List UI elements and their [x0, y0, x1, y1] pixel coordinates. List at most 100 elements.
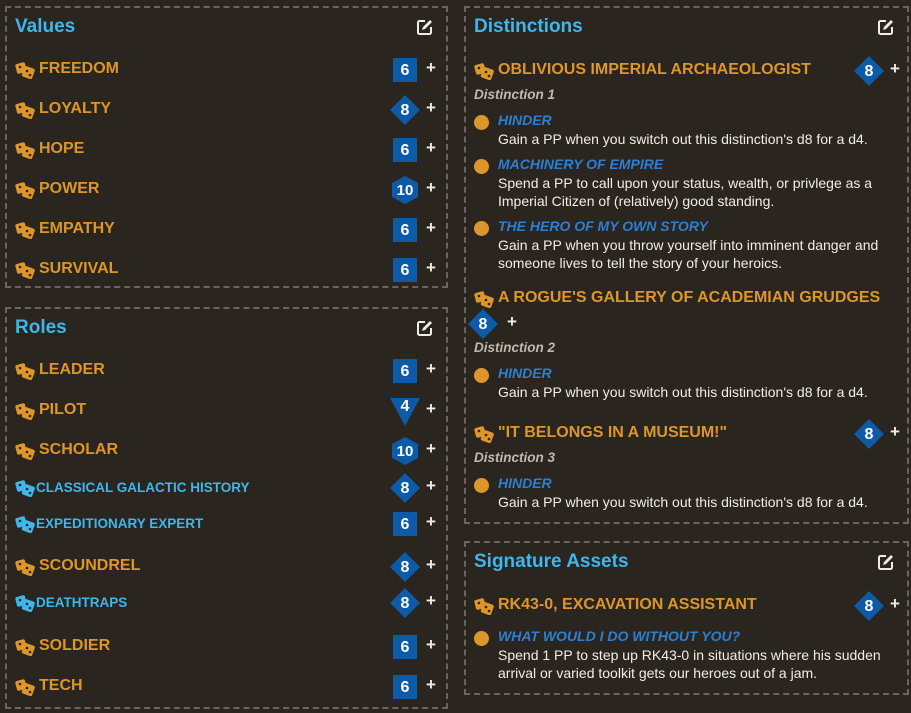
die-d8[interactable]: 8: [854, 591, 884, 621]
step-up-button[interactable]: +: [423, 178, 439, 200]
trigger-description: Gain a PP when you switch out this disti…: [498, 494, 868, 510]
edit-icon[interactable]: [877, 553, 895, 571]
roles-title: Roles: [15, 317, 67, 338]
trait-row[interactable]: CLASSICAL GALACTIC HISTORY 8 +: [15, 473, 439, 503]
die-d8[interactable]: 8: [390, 95, 420, 125]
trait-row[interactable]: SOLDIER 6 +: [15, 635, 438, 659]
distinction-number: Distinction 3: [474, 450, 556, 465]
step-up-button[interactable]: +: [423, 258, 439, 280]
trait-row[interactable]: SCOUNDREL 8 +: [15, 552, 439, 582]
die-value: 8: [401, 102, 410, 119]
trait-row[interactable]: FREEDOM 6 +: [15, 58, 438, 82]
step-up-button[interactable]: +: [423, 675, 439, 697]
die-d8[interactable]: 8: [854, 419, 884, 449]
die-d6[interactable]: 6: [390, 509, 420, 539]
step-up-button[interactable]: +: [423, 399, 439, 421]
trait-row[interactable]: EMPATHY 6 +: [15, 218, 438, 242]
signature-assets-panel: Signature Assets RK43-0, EXCAVATION ASSI…: [464, 541, 909, 695]
trait-row[interactable]: A ROGUE'S GALLERY OF ACADEMIAN GRUDGES 8 +: [468, 287, 899, 339]
signature-assets-title: Signature Assets: [474, 551, 629, 572]
dice-icon: [15, 443, 35, 460]
dice-icon: [15, 262, 35, 279]
dice-icon: [474, 291, 494, 308]
step-up-button[interactable]: +: [423, 138, 439, 160]
trait-row[interactable]: RK43-0, EXCAVATION ASSISTANT 8 +: [474, 591, 900, 621]
die-d8[interactable]: 8: [390, 552, 420, 582]
edit-icon[interactable]: [877, 18, 895, 36]
die-value: 8: [479, 316, 488, 333]
trait-row[interactable]: EXPEDITIONARY EXPERT 6 +: [15, 512, 438, 536]
die-d8[interactable]: 8: [468, 309, 498, 339]
step-up-button[interactable]: +: [423, 476, 439, 498]
trigger-description: Gain a PP when you switch out this disti…: [498, 131, 868, 147]
dice-icon: [15, 222, 35, 239]
dot-icon: [474, 115, 489, 130]
trait-label: EMPATHY: [39, 220, 115, 237]
dice-icon: [15, 639, 35, 656]
die-value: 6: [401, 363, 410, 380]
die-d6[interactable]: 6: [390, 672, 420, 702]
step-up-button[interactable]: +: [423, 58, 439, 80]
dice-icon: [15, 363, 35, 380]
edit-icon[interactable]: [416, 319, 434, 337]
die-d6[interactable]: 6: [390, 356, 420, 386]
dice-icon: [15, 679, 35, 696]
trait-label: SURVIVAL: [39, 260, 119, 277]
die-d6[interactable]: 6: [390, 55, 420, 85]
die-value: 6: [401, 142, 410, 159]
distinction-number: Distinction 1: [474, 87, 556, 102]
die-value: 6: [401, 62, 410, 79]
die-d4[interactable]: 4: [390, 396, 420, 426]
die-value: 6: [401, 222, 410, 239]
edit-icon[interactable]: [416, 18, 434, 36]
trait-row[interactable]: HOPE 6 +: [15, 138, 438, 162]
trait-label: SOLDIER: [39, 637, 111, 654]
die-d10[interactable]: 10: [390, 175, 420, 205]
trait-row[interactable]: PILOT 4 +: [15, 396, 439, 426]
trait-row[interactable]: LOYALTY 8 +: [15, 95, 439, 125]
dot-icon: [474, 368, 489, 383]
trigger-description: Gain a PP when you switch out this disti…: [498, 384, 868, 400]
die-d8[interactable]: 8: [390, 588, 420, 618]
trigger-description: Spend 1 PP to step up RK43-0 in situatio…: [498, 647, 881, 681]
dot-icon: [474, 159, 489, 174]
step-up-button[interactable]: +: [423, 218, 439, 240]
die-value: 6: [401, 516, 410, 533]
dice-icon: [474, 63, 494, 80]
trait-row[interactable]: TECH 6 +: [15, 675, 438, 699]
die-d6[interactable]: 6: [390, 215, 420, 245]
trait-row[interactable]: DEATHTRAPS 8 +: [15, 588, 439, 618]
trait-row[interactable]: "IT BELONGS IN A MUSEUM!" 8 +: [474, 419, 900, 449]
step-up-button[interactable]: +: [423, 555, 439, 577]
step-up-button[interactable]: +: [423, 512, 439, 534]
trait-row[interactable]: OBLIVIOUS IMPERIAL ARCHAEOLOGIST 8 +: [474, 56, 900, 86]
die-value: 6: [401, 262, 410, 279]
trait-label: CLASSICAL GALACTIC HISTORY: [36, 480, 250, 495]
step-up-button[interactable]: +: [423, 591, 439, 613]
step-up-button[interactable]: +: [887, 594, 903, 616]
die-d6[interactable]: 6: [390, 632, 420, 662]
step-up-button[interactable]: +: [887, 422, 903, 444]
step-up-button[interactable]: +: [887, 59, 903, 81]
trait-label: DEATHTRAPS: [36, 595, 128, 610]
trigger-name: HINDER: [498, 365, 552, 381]
die-d8[interactable]: 8: [854, 56, 884, 86]
step-up-button[interactable]: +: [423, 635, 439, 657]
die-value: 10: [397, 182, 414, 199]
trait-row[interactable]: POWER 10 +: [15, 175, 439, 205]
die-d6[interactable]: 6: [390, 255, 420, 285]
die-d6[interactable]: 6: [390, 135, 420, 165]
die-value: 8: [401, 480, 410, 497]
trait-row[interactable]: SURVIVAL 6 +: [15, 258, 438, 282]
die-d10[interactable]: 10: [390, 436, 420, 466]
dice-icon: [15, 62, 35, 79]
trait-label: PILOT: [39, 401, 87, 418]
trait-row[interactable]: LEADER 6 +: [15, 359, 438, 383]
step-up-button[interactable]: +: [504, 312, 520, 334]
dice-icon-blue: [15, 480, 35, 497]
step-up-button[interactable]: +: [423, 98, 439, 120]
step-up-button[interactable]: +: [423, 359, 439, 381]
die-d8[interactable]: 8: [390, 473, 420, 503]
step-up-button[interactable]: +: [423, 439, 439, 461]
trait-row[interactable]: SCHOLAR 10 +: [15, 436, 439, 466]
